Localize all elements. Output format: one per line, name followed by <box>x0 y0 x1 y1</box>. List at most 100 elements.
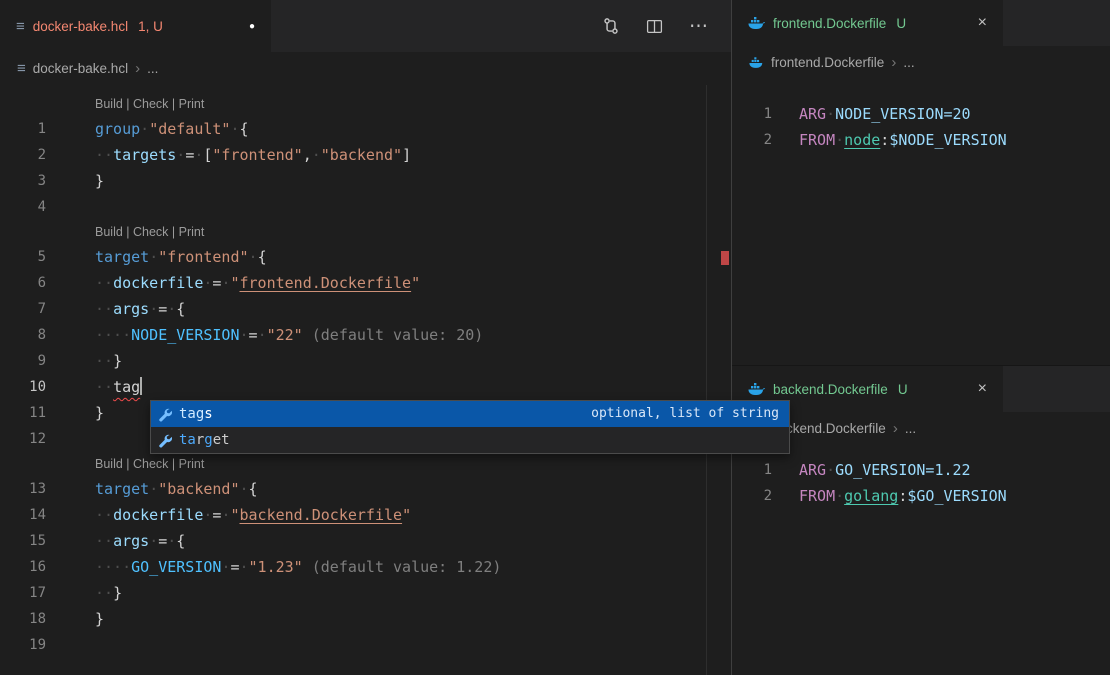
line-number: 3 <box>0 168 46 194</box>
git-compare-icon[interactable] <box>602 17 620 35</box>
editor-group-right: frontend.Dockerfile U × frontend.Dockerf… <box>731 0 1110 675</box>
breadcrumb-more[interactable]: ... <box>905 421 916 436</box>
line-number: 6 <box>0 270 46 296</box>
line-number: 14 <box>0 502 46 528</box>
line-number: 18 <box>0 606 46 632</box>
line-number: 1 <box>732 101 772 127</box>
editor-backend-dockerfile: 1ARG·GO_VERSION=1.222FROM·golang:$GO_VER… <box>732 445 1110 509</box>
codelens-actions[interactable]: Build | Check | Print <box>95 92 731 116</box>
code-line[interactable]: 7··args·=·{ <box>0 296 731 322</box>
code-line[interactable]: 5target·"frontend"·{ <box>0 244 731 270</box>
code-line[interactable]: 1ARG·GO_VERSION=1.22 <box>732 457 1110 483</box>
docker-whale-icon <box>748 17 765 30</box>
left-tab-bar: ≡ docker-bake.hcl 1, U ● <box>0 0 731 52</box>
code-line[interactable]: 4 <box>0 194 731 220</box>
text-cursor <box>140 377 142 395</box>
code-line[interactable]: 18} <box>0 606 731 632</box>
suggest-widget: tags optional, list of string target <box>150 400 790 454</box>
chevron-right-icon: › <box>135 60 140 77</box>
editor-frontend-dockerfile: 1ARG·NODE_VERSION=202FROM·node:$NODE_VER… <box>732 79 1110 153</box>
vscode-workbench: ≡ docker-bake.hcl 1, U ● <box>0 0 1110 675</box>
code-line[interactable]: 10··tag <box>0 374 731 400</box>
codelens-actions[interactable]: Build | Check | Print <box>95 452 731 476</box>
hcl-file-icon: ≡ <box>16 18 25 35</box>
breadcrumb-file[interactable]: frontend.Dockerfile <box>771 55 884 70</box>
line-number: 4 <box>0 194 46 220</box>
line-number: 7 <box>0 296 46 322</box>
code-line[interactable]: 16····GO_VERSION·=·"1.23" (default value… <box>0 554 731 580</box>
line-number: 1 <box>0 116 46 142</box>
line-number: 1 <box>732 457 772 483</box>
editor-docker-bake: Build | Check | Print1group·"default"·{2… <box>0 85 731 658</box>
close-icon[interactable]: × <box>978 381 987 397</box>
code-line[interactable]: 17··} <box>0 580 731 606</box>
line-number: 15 <box>0 528 46 554</box>
file-link[interactable]: backend.Dockerfile <box>240 506 403 524</box>
code-line[interactable]: 6··dockerfile·=·"frontend.Dockerfile" <box>0 270 731 296</box>
tab-docker-bake-hcl[interactable]: ≡ docker-bake.hcl 1, U ● <box>0 0 272 52</box>
docker-whale-icon <box>748 383 765 396</box>
code-line[interactable]: 19 <box>0 632 731 658</box>
line-number: 2 <box>0 142 46 168</box>
line-number: 9 <box>0 348 46 374</box>
tab-frontend-dockerfile[interactable]: frontend.Dockerfile U × <box>732 0 1004 46</box>
frontend-tab-bar: frontend.Dockerfile U × <box>732 0 1110 46</box>
dirty-indicator[interactable]: ● <box>249 21 255 32</box>
code-line[interactable]: 8····NODE_VERSION·=·"22" (default value:… <box>0 322 731 348</box>
pane-frontend-dockerfile: frontend.Dockerfile U × frontend.Dockerf… <box>732 0 1110 365</box>
breadcrumb: frontend.Dockerfile › ... <box>732 46 1110 79</box>
line-number: 5 <box>0 244 46 270</box>
line-number: 16 <box>0 554 46 580</box>
tab-problems-git-badge: 1, U <box>138 19 163 34</box>
line-number: 11 <box>0 400 46 426</box>
line-number: 2 <box>732 483 772 509</box>
file-link[interactable]: frontend.Dockerfile <box>240 274 412 292</box>
editor-group-left: ≡ docker-bake.hcl 1, U ● <box>0 0 731 675</box>
tab-label: frontend.Dockerfile <box>773 16 886 31</box>
suggestion-detail: optional, list of string <box>591 401 779 427</box>
code-line[interactable]: 1group·"default"·{ <box>0 116 731 142</box>
line-number: 12 <box>0 426 46 452</box>
split-editor-icon[interactable] <box>646 18 663 35</box>
chevron-right-icon: › <box>893 420 898 437</box>
property-wrench-icon <box>157 407 172 422</box>
line-number: 17 <box>0 580 46 606</box>
property-wrench-icon <box>157 433 172 448</box>
line-number: 8 <box>0 322 46 348</box>
line-number: 10 <box>0 374 46 400</box>
editor-decoration-border <box>706 85 707 675</box>
codelens-actions[interactable]: Build | Check | Print <box>95 220 731 244</box>
code-line[interactable]: 14··dockerfile·=·"backend.Dockerfile" <box>0 502 731 528</box>
line-number: 13 <box>0 476 46 502</box>
suggestion-label: target <box>179 427 230 453</box>
line-number: 19 <box>0 632 46 658</box>
suggestion-item-tags[interactable]: tags optional, list of string <box>151 401 789 427</box>
suggestion-label: tags <box>179 401 213 427</box>
code-line[interactable]: 2FROM·golang:$GO_VERSION <box>732 483 1110 509</box>
close-icon[interactable]: × <box>978 15 987 31</box>
suggestion-item-target[interactable]: target <box>151 427 789 453</box>
file-link[interactable]: golang <box>844 487 898 505</box>
tab-label: backend.Dockerfile <box>773 382 888 397</box>
file-link[interactable]: node <box>844 131 880 149</box>
code-line[interactable]: 2FROM·node:$NODE_VERSION <box>732 127 1110 153</box>
more-actions-icon[interactable]: ⋯ <box>689 15 709 38</box>
breadcrumb-more[interactable]: ... <box>147 61 158 76</box>
chevron-right-icon: › <box>891 54 896 71</box>
breadcrumb: ≡ docker-bake.hcl › ... <box>0 52 731 85</box>
code-line[interactable]: 9··} <box>0 348 731 374</box>
hcl-file-icon: ≡ <box>17 60 26 77</box>
docker-whale-icon <box>749 57 764 69</box>
breadcrumb-file[interactable]: docker-bake.hcl <box>33 61 128 76</box>
code-line[interactable]: 15··args·=·{ <box>0 528 731 554</box>
breadcrumb-more[interactable]: ... <box>903 55 914 70</box>
tab-label: docker-bake.hcl <box>33 19 128 34</box>
code-line[interactable]: 2··targets·=·["frontend",·"backend"] <box>0 142 731 168</box>
overview-ruler-error-marker[interactable] <box>721 251 729 265</box>
editor-actions: ⋯ <box>602 0 731 52</box>
git-status-badge: U <box>898 382 908 397</box>
code-line[interactable]: 13target·"backend"·{ <box>0 476 731 502</box>
code-line[interactable]: 3} <box>0 168 731 194</box>
git-status-badge: U <box>896 16 906 31</box>
code-line[interactable]: 1ARG·NODE_VERSION=20 <box>732 101 1110 127</box>
